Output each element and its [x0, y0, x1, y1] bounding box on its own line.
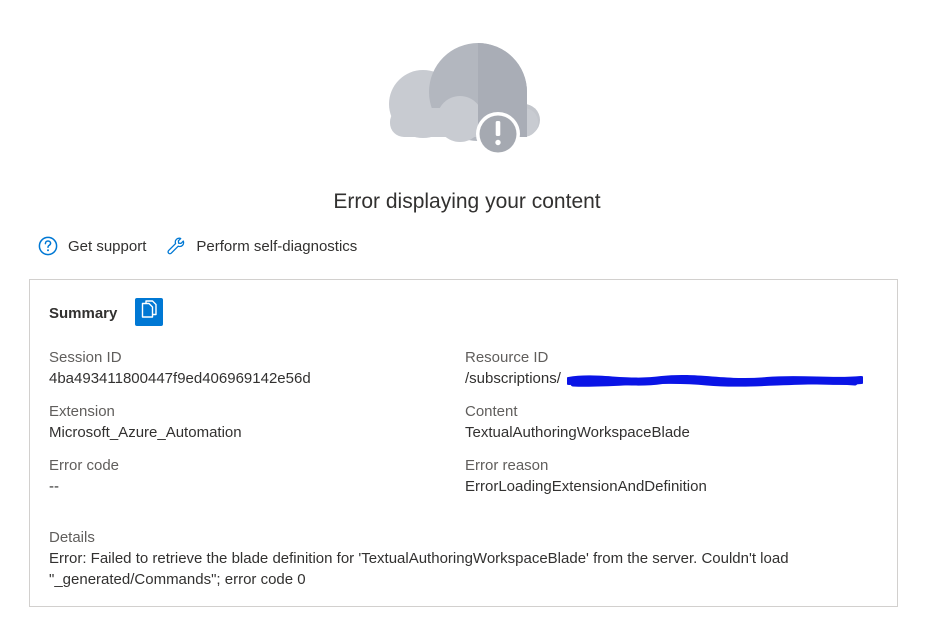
error-reason-value: ErrorLoadingExtensionAndDefinition: [465, 478, 707, 495]
resource-id-value: /subscriptions/: [465, 370, 561, 387]
session-id-value: 4ba493411800447f9ed406969142e56d: [49, 370, 311, 387]
get-support-label: Get support: [68, 237, 147, 255]
error-reason-field: Error reason ErrorLoadingExtensionAndDef…: [465, 455, 707, 497]
summary-heading: Summary: [49, 305, 118, 322]
content-field: Content TextualAuthoringWorkspaceBlade: [465, 401, 690, 443]
copy-button[interactable]: [135, 298, 163, 326]
page-title: Error displaying your content: [333, 190, 601, 213]
session-id-label: Session ID: [49, 349, 122, 366]
summary-panel: Summary Session ID 4ba493411800447f9ed40…: [29, 279, 898, 607]
resource-id-field: Resource ID /subscriptions/: [465, 347, 865, 389]
error-reason-label: Error reason: [465, 457, 549, 474]
extension-value: Microsoft_Azure_Automation: [49, 424, 242, 441]
details-field: Details Error: Failed to retrieve the bl…: [49, 527, 869, 590]
error-code-label: Error code: [49, 457, 120, 474]
extension-label: Extension: [49, 403, 115, 420]
cloud-error-icon: [380, 36, 550, 166]
content-label: Content: [465, 403, 518, 420]
self-diagnostics-label: Perform self-diagnostics: [196, 237, 358, 255]
resource-id-label: Resource ID: [465, 349, 549, 366]
action-bar: Get support Perform self-diagnostics: [38, 233, 357, 259]
error-code-value: --: [49, 478, 59, 495]
redaction-scribble: [565, 372, 865, 396]
content-value: TextualAuthoringWorkspaceBlade: [465, 424, 690, 441]
wrench-icon: [166, 236, 196, 256]
error-code-field: Error code --: [49, 455, 119, 497]
extension-field: Extension Microsoft_Azure_Automation: [49, 401, 242, 443]
self-diagnostics-link[interactable]: Perform self-diagnostics: [166, 236, 357, 256]
copy-icon: [140, 299, 158, 325]
session-id-field: Session ID 4ba493411800447f9ed406969142e…: [49, 347, 311, 389]
details-label: Details: [49, 529, 95, 546]
resource-id-value-wrap: /subscriptions/: [465, 368, 865, 389]
get-support-link[interactable]: Get support: [38, 236, 146, 256]
question-circle-icon: [38, 236, 68, 256]
error-page: Error displaying your content Get suppor…: [0, 0, 934, 631]
details-value: Error: Failed to retrieve the blade defi…: [49, 550, 789, 588]
